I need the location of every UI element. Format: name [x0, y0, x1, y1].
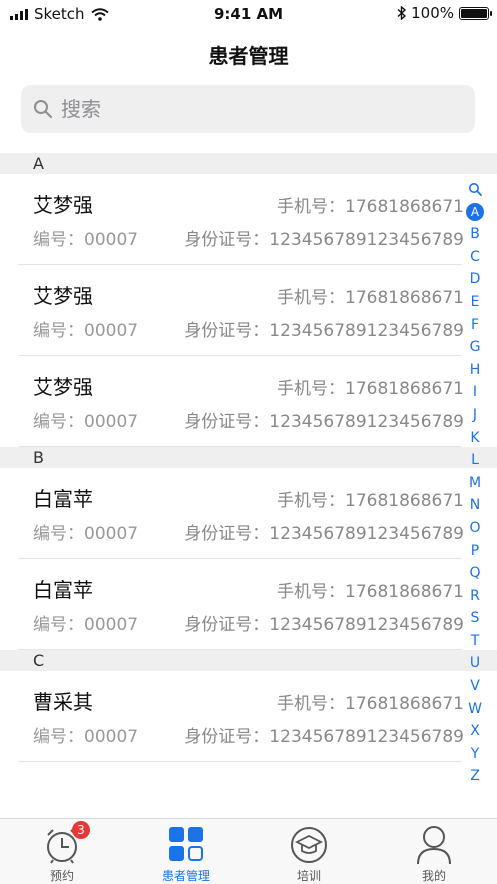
search-bar[interactable] [21, 85, 475, 133]
index-letter-o[interactable]: O [462, 517, 488, 540]
tab-patient-management[interactable]: 患者管理 [146, 819, 226, 883]
patient-id-card: 身份证号：123456789123456789 [184, 615, 464, 635]
patient-number: 编号：00007 [33, 412, 139, 432]
patient-id-card: 身份证号：123456789123456789 [184, 727, 464, 747]
page-title: 患者管理 [208, 44, 289, 68]
patient-number: 编号：00007 [33, 321, 139, 341]
index-letter-v[interactable]: V [462, 675, 488, 698]
index-letter-t[interactable]: T [462, 630, 488, 653]
tab-label: 培训 [296, 869, 321, 883]
battery-percent: 100% [411, 4, 454, 22]
patient-phone: 手机号：17681868671 [277, 491, 464, 511]
index-letter-y[interactable]: Y [462, 743, 488, 766]
patient-list: A 艾梦强 手机号：17681868671 编号：00007 身份证号：1234… [0, 153, 497, 762]
section-header-b: B [0, 447, 497, 468]
alphabet-index[interactable]: ABCDEFGHIJKLMNOPQRSTUVWXYZ [462, 178, 488, 788]
tab-appointment[interactable]: 3 预约 [22, 819, 102, 883]
patient-phone: 手机号：17681868671 [277, 694, 464, 714]
index-letter-w[interactable]: W [462, 698, 488, 721]
index-letter-j[interactable]: J [462, 404, 488, 427]
notification-badge: 3 [72, 821, 90, 839]
status-right: 100% [397, 4, 492, 22]
tab-bar: 3 预约 患者管理 培训 我的 [0, 818, 497, 884]
patient-row[interactable]: 艾梦强 手机号：17681868671 编号：00007 身份证号：123456… [18, 356, 464, 447]
patient-name: 白富苹 [33, 578, 93, 602]
patient-row[interactable]: 白富苹 手机号：17681868671 编号：00007 身份证号：123456… [18, 559, 464, 650]
tab-label: 我的 [421, 869, 446, 883]
patient-phone: 手机号：17681868671 [277, 379, 464, 399]
patient-number: 编号：00007 [33, 727, 139, 747]
index-letter-s[interactable]: S [462, 607, 488, 630]
index-letter-q[interactable]: Q [462, 562, 488, 585]
bluetooth-icon [397, 6, 407, 20]
patient-name: 曹采其 [33, 690, 93, 714]
tab-training[interactable]: 培训 [269, 819, 349, 883]
status-bar: Sketch 9:41 AM 100% [0, 0, 497, 30]
tab-mine[interactable]: 我的 [394, 819, 474, 883]
patient-id-card: 身份证号：123456789123456789 [184, 412, 464, 432]
patient-number: 编号：00007 [33, 615, 139, 635]
patient-number: 编号：00007 [33, 230, 139, 250]
patient-phone: 手机号：17681868671 [277, 288, 464, 308]
patient-row[interactable]: 白富苹 手机号：17681868671 编号：00007 身份证号：123456… [18, 468, 464, 559]
tab-label: 患者管理 [161, 869, 210, 883]
index-letter-e[interactable]: E [462, 291, 488, 314]
index-letter-g[interactable]: G [462, 336, 488, 359]
patient-number: 编号：00007 [33, 524, 139, 544]
patient-row[interactable]: 艾梦强 手机号：17681868671 编号：00007 身份证号：123456… [18, 174, 464, 265]
section-header-a: A [0, 153, 497, 174]
patient-phone: 手机号：17681868671 [277, 197, 464, 217]
patient-name: 艾梦强 [33, 284, 93, 308]
index-letter-b[interactable]: B [462, 223, 488, 246]
patient-id-card: 身份证号：123456789123456789 [184, 524, 464, 544]
index-letter-i[interactable]: I [462, 381, 488, 404]
index-letter-d[interactable]: D [462, 268, 488, 291]
index-letter-h[interactable]: H [462, 359, 488, 382]
patient-id-card: 身份证号：123456789123456789 [184, 321, 464, 341]
patient-id-card: 身份证号：123456789123456789 [184, 230, 464, 250]
index-letter-z[interactable]: Z [462, 765, 488, 788]
index-letter-n[interactable]: N [462, 494, 488, 517]
section-header-c: C [0, 650, 497, 671]
patient-phone: 手机号：17681868671 [277, 582, 464, 602]
search-input[interactable] [59, 96, 443, 122]
index-letter-m[interactable]: M [462, 472, 488, 495]
index-letter-f[interactable]: F [462, 314, 488, 337]
grid-icon [169, 827, 203, 861]
index-search-icon[interactable] [462, 178, 488, 201]
patient-name: 艾梦强 [33, 193, 93, 217]
index-letter-c[interactable]: C [462, 246, 488, 269]
index-letter-x[interactable]: X [462, 720, 488, 743]
patient-row[interactable]: 曹采其 手机号：17681868671 编号：00007 身份证号：123456… [18, 671, 464, 762]
index-letter-p[interactable]: P [462, 540, 488, 563]
tab-label: 预约 [49, 869, 74, 883]
index-letter-l[interactable]: L [462, 449, 488, 472]
battery-icon [459, 6, 492, 20]
search-icon [34, 100, 53, 119]
user-icon [417, 826, 451, 865]
index-letter-u[interactable]: U [462, 652, 488, 675]
index-letter-a[interactable]: A [462, 201, 488, 224]
patient-row[interactable]: 艾梦强 手机号：17681868671 编号：00007 身份证号：123456… [18, 265, 464, 356]
index-letter-k[interactable]: K [462, 427, 488, 450]
index-letter-r[interactable]: R [462, 585, 488, 608]
patient-name: 艾梦强 [33, 375, 93, 399]
graduation-cap-icon [291, 827, 327, 863]
patient-name: 白富苹 [33, 487, 93, 511]
